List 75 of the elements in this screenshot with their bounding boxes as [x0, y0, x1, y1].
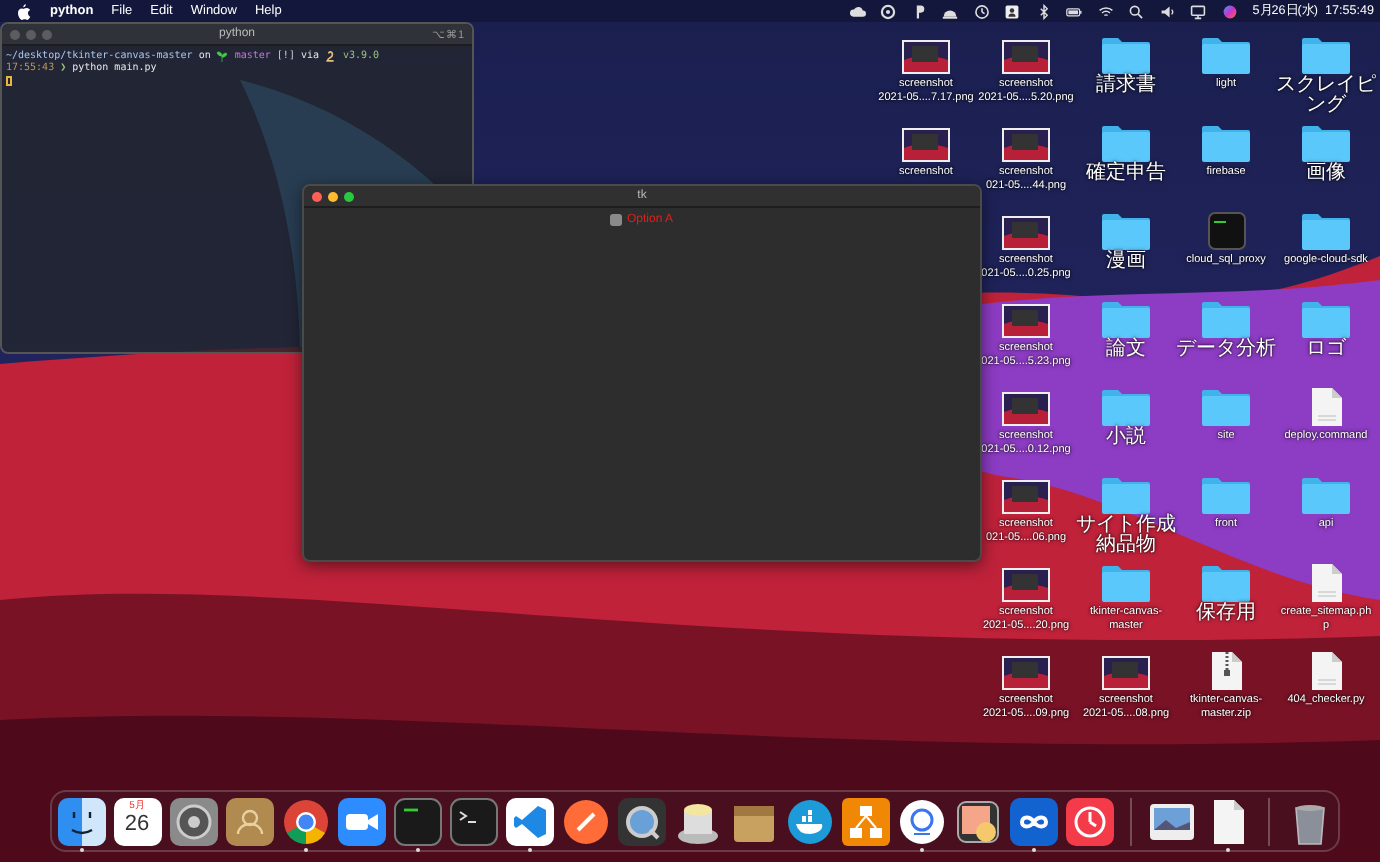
close-button[interactable]	[312, 191, 322, 201]
clock-icon[interactable]	[973, 3, 990, 19]
file-label: 請求書	[1096, 76, 1156, 96]
address-book-icon[interactable]	[225, 798, 273, 846]
folder-icon[interactable]	[1202, 36, 1250, 74]
apple-icon[interactable]	[18, 3, 32, 19]
file-label: 画像	[1306, 164, 1346, 184]
photo-stack-icon[interactable]	[953, 798, 1001, 846]
terminal-icon[interactable]	[393, 798, 441, 846]
screenshot-thumbnail[interactable]	[1002, 656, 1050, 690]
folder-icon[interactable]	[1102, 212, 1150, 250]
picture-icon[interactable]	[1147, 798, 1195, 846]
code-editor-icon[interactable]	[505, 798, 553, 846]
contact-card-icon[interactable]	[1004, 3, 1021, 19]
orb-icon[interactable]	[1221, 3, 1238, 19]
running-indicator	[1031, 848, 1035, 852]
ring-icon[interactable]	[897, 798, 945, 846]
running-indicator	[415, 848, 419, 852]
face-tile-icon[interactable]	[57, 798, 105, 846]
bluetooth-icon[interactable]	[1035, 3, 1052, 19]
speaker-icon[interactable]	[1159, 3, 1176, 19]
running-indicator	[919, 848, 923, 852]
running-indicator	[527, 848, 531, 852]
gauge-icon[interactable]	[880, 3, 897, 19]
file-label: スクレイピング	[1276, 76, 1376, 116]
cloud-icon[interactable]	[849, 3, 866, 19]
screenshot-thumbnail[interactable]	[1002, 216, 1050, 250]
folder-icon[interactable]	[1202, 124, 1250, 162]
screenshot-thumbnail[interactable]	[1102, 656, 1150, 690]
screenshot-thumbnail[interactable]	[902, 128, 950, 162]
running-indicator	[79, 848, 83, 852]
screenshot-thumbnail[interactable]	[1002, 480, 1050, 514]
screenshot-thumbnail[interactable]	[1002, 568, 1050, 602]
folder-icon[interactable]	[1302, 36, 1350, 74]
screenshot-thumbnail[interactable]	[1002, 392, 1050, 426]
running-indicator	[303, 848, 307, 852]
file-label: データ分析	[1176, 340, 1276, 360]
folder-icon[interactable]	[1102, 36, 1150, 74]
folder-icon[interactable]	[1302, 124, 1350, 162]
screenshot-thumbnail[interactable]	[1002, 304, 1050, 338]
file-label: 論文	[1106, 340, 1146, 360]
sprout-icon	[216, 50, 229, 62]
folder-icon[interactable]	[1102, 124, 1150, 162]
text-cursor	[6, 75, 12, 85]
display-icon[interactable]	[1190, 3, 1207, 19]
diagram-icon[interactable]	[841, 798, 889, 846]
folder-icon[interactable]	[1302, 212, 1350, 250]
database-icon[interactable]	[673, 798, 721, 846]
running-indicator	[1225, 848, 1229, 852]
round-logo-icon[interactable]	[281, 798, 329, 846]
battery-icon[interactable]	[1066, 3, 1083, 19]
screenshot-thumbnail[interactable]	[1002, 128, 1050, 162]
file-label: 小説	[1106, 428, 1146, 448]
zoom-button[interactable]	[344, 191, 354, 201]
p-logo-icon[interactable]	[911, 3, 928, 19]
clock-icon[interactable]	[1065, 798, 1113, 846]
file-label: 漫画	[1106, 252, 1146, 272]
whale-icon[interactable]	[785, 798, 833, 846]
search-icon[interactable]	[1128, 3, 1145, 19]
lens-icon[interactable]	[617, 798, 665, 846]
minimize-button[interactable]	[328, 191, 338, 201]
gear-icon[interactable]	[169, 798, 217, 846]
rocket-icon[interactable]	[561, 798, 609, 846]
video-camera-icon[interactable]	[337, 798, 385, 846]
infinity-icon[interactable]	[1009, 798, 1057, 846]
checkbox[interactable]	[610, 214, 623, 226]
file-label: 確定申告	[1086, 164, 1166, 184]
terminal-icon[interactable]	[1207, 212, 1245, 250]
screenshot-thumbnail[interactable]	[902, 40, 950, 74]
screenshot-thumbnail[interactable]	[1002, 40, 1050, 74]
file-label: ロゴ	[1306, 340, 1346, 360]
terminal-icon[interactable]	[449, 798, 497, 846]
calendar-day: 26	[124, 812, 150, 838]
wifi-icon[interactable]	[1097, 3, 1114, 19]
file-label: 保存用	[1196, 604, 1256, 624]
